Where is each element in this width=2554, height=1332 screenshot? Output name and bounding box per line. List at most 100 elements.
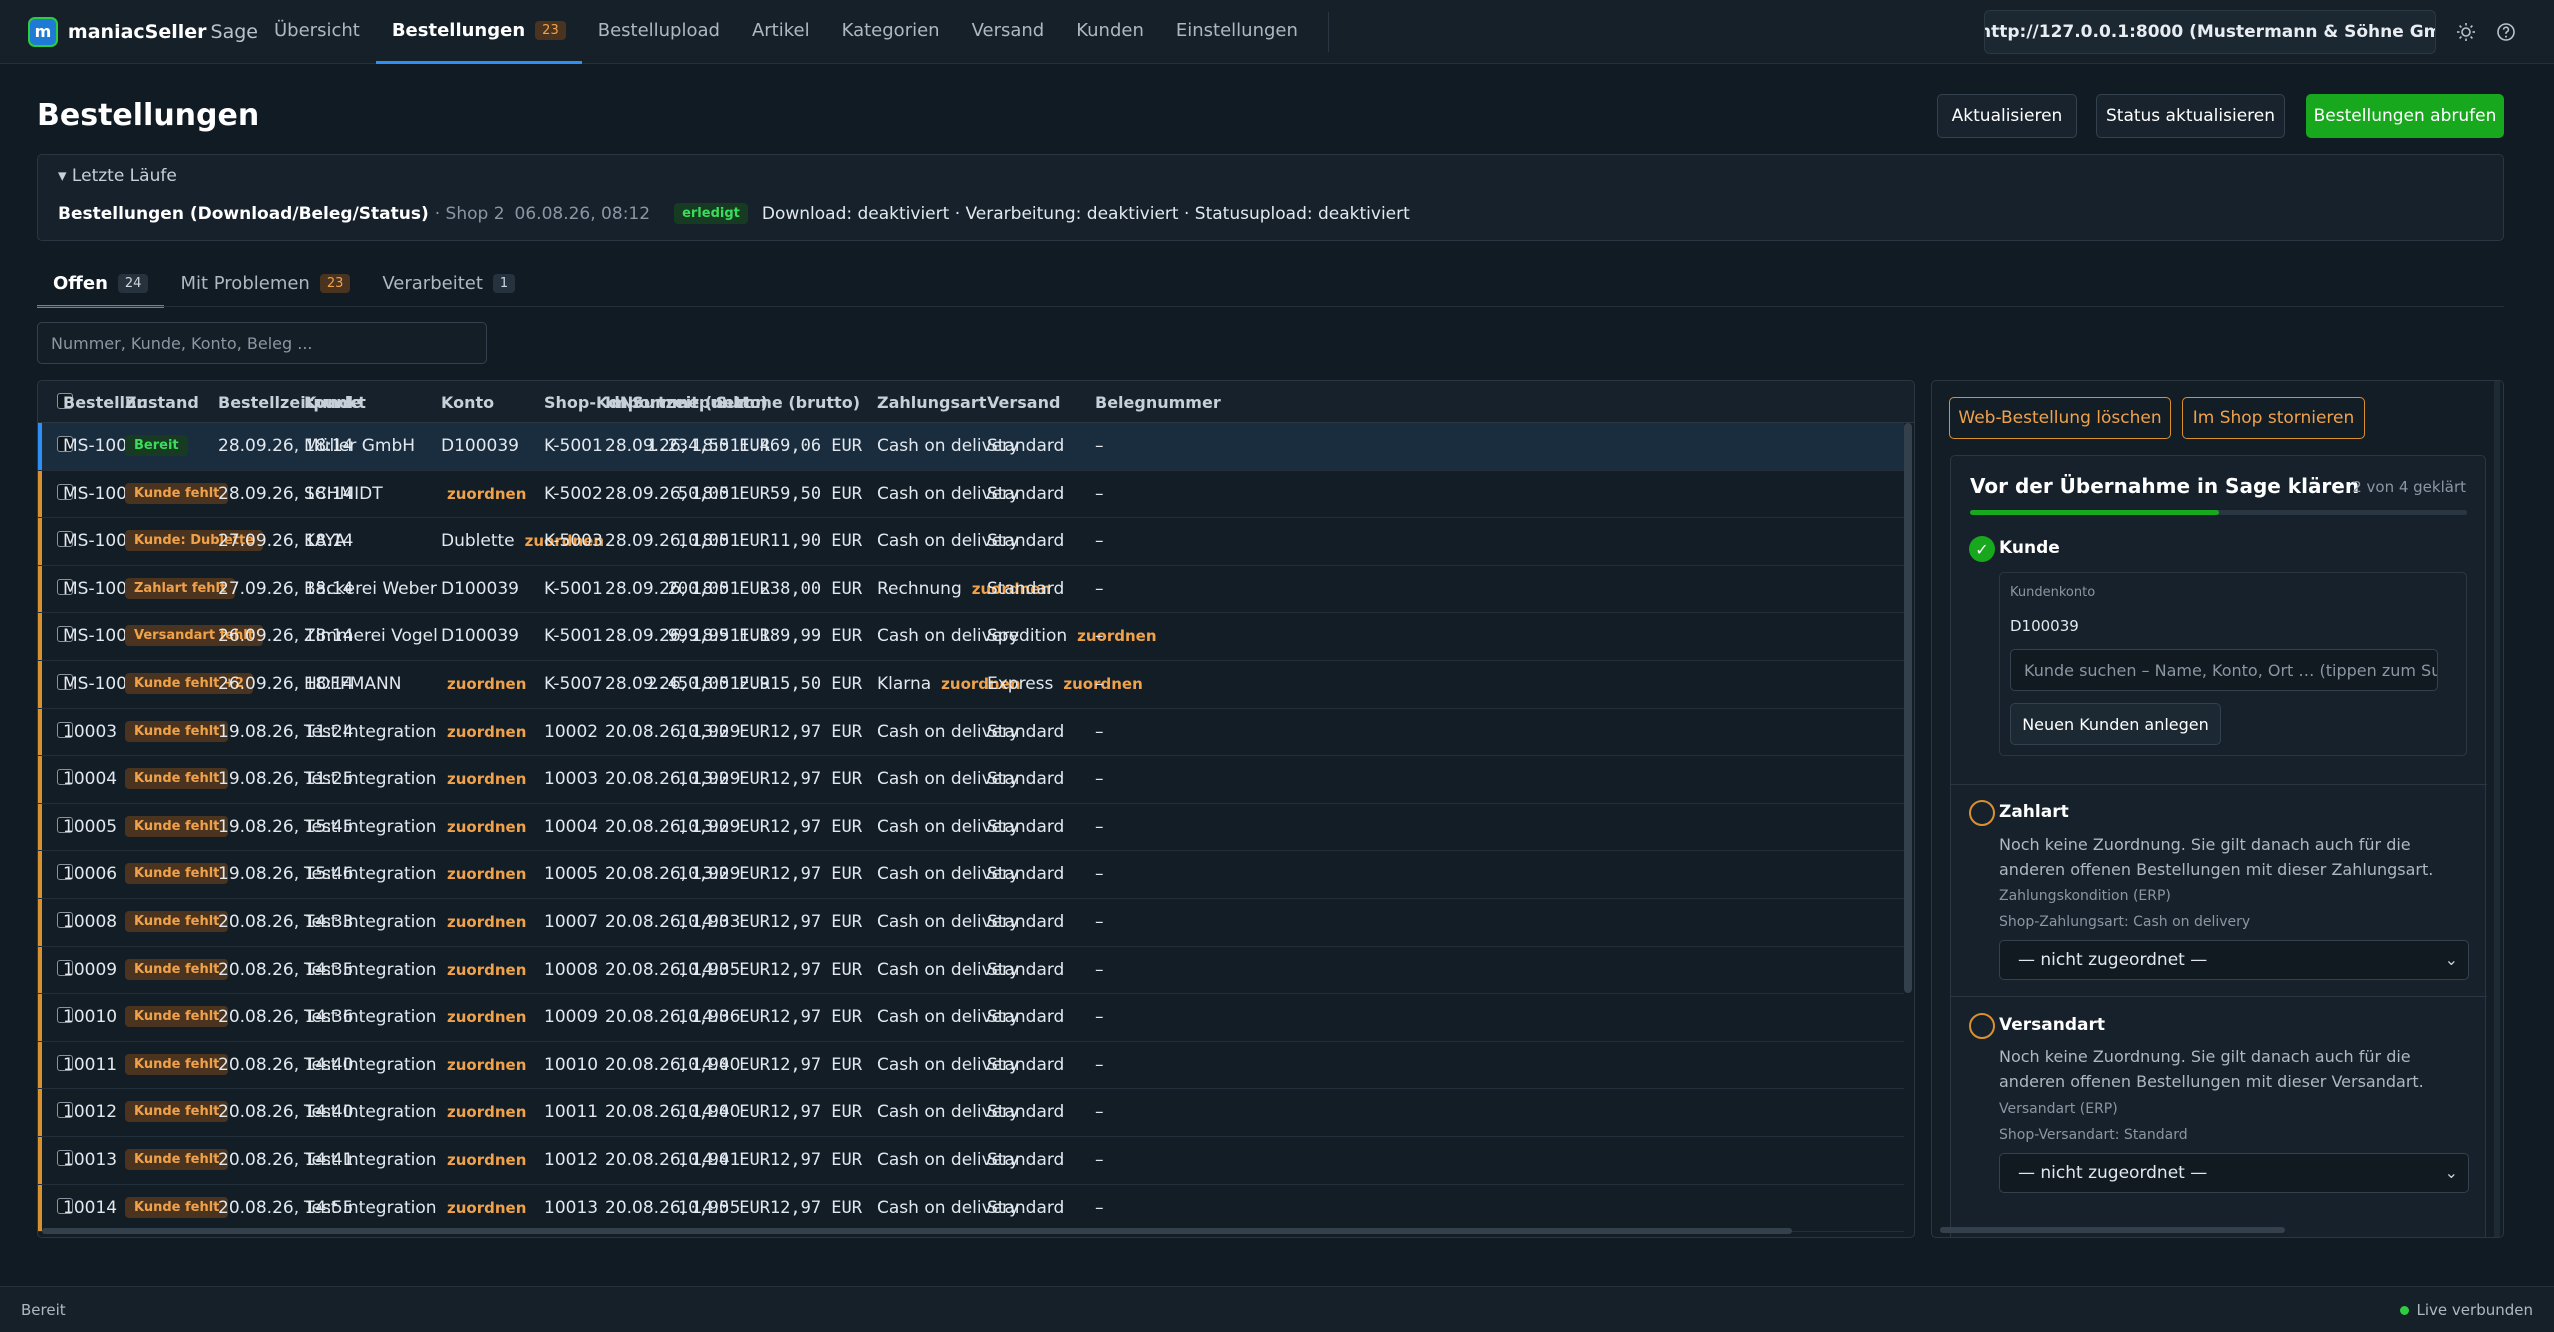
assign-account-link[interactable]: zuordnen (447, 1008, 526, 1026)
refresh-button[interactable]: Aktualisieren (1937, 94, 2077, 138)
status-update-button[interactable]: Status aktualisieren (2096, 94, 2285, 138)
table-row[interactable]: MS-10002 Kunde fehlt 28.09.26, 18:14 SCHMID… (38, 470, 1904, 519)
table-row[interactable]: MS-10005 Versandart fehlt 26.09.26, 18:14 Z… (38, 613, 1904, 661)
row-status-stripe (38, 470, 42, 518)
delete-web-order-button[interactable]: Web-Bestellung löschen (1949, 397, 2171, 439)
nav-item-4[interactable]: Kategorien (826, 0, 956, 64)
nav-item-0[interactable]: Übersicht (258, 0, 376, 64)
column-header[interactable]: Belegnummer (1095, 393, 1221, 412)
table-row[interactable]: 10005 Kunde fehlt 19.08.26, 15:45 Test Inte… (38, 803, 1904, 852)
sum-gross: 12,97 EUR (769, 959, 862, 980)
table-row[interactable]: 10006 Kunde fehlt 19.08.26, 15:46 Test Inte… (38, 851, 1904, 899)
payment-shop-label: Shop-Zahlungsart: Cash on delivery (1999, 914, 2251, 930)
panel-vertical-scrollbar[interactable] (2494, 381, 2500, 1237)
assign-account-link[interactable]: zuordnen (447, 1103, 526, 1121)
table-row[interactable]: 10009 Kunde fehlt 20.08.26, 14:35 Test Inte… (38, 946, 1904, 995)
document-number: – (1095, 1197, 1104, 1218)
shipping-cell: Standard (987, 1007, 1064, 1027)
column-header[interactable]: Zustand (125, 393, 199, 412)
table-horizontal-scrollbar[interactable] (42, 1228, 1792, 1234)
shipping-cell: Standard (987, 1198, 1064, 1218)
connection-field[interactable]: http://127.0.0.1:8000 (Mustermann & Söhn… (1984, 10, 2436, 54)
tab-count: 23 (319, 274, 351, 293)
account-cell: zuordnen (441, 912, 526, 932)
assign-account-link[interactable]: zuordnen (447, 770, 526, 788)
tab-2[interactable]: Verarbeitet 1 (366, 262, 531, 308)
table-row[interactable]: MS-10001 Bereit 28.09.26, 18:14 Müller GmbH… (38, 423, 1904, 471)
assign-account-link[interactable]: zuordnen (447, 1199, 526, 1217)
column-header[interactable]: Versand (987, 393, 1060, 412)
sun-icon[interactable] (2452, 18, 2480, 46)
table-row[interactable]: 10013 Kunde fehlt 20.08.26, 14:41 Test Inte… (38, 1137, 1904, 1185)
assign-account-link[interactable]: zuordnen (447, 961, 526, 979)
shipping-select[interactable]: — nicht zugeordnet — ⌄ (1999, 1153, 2469, 1193)
nav-item-6[interactable]: Kunden (1060, 0, 1160, 64)
table-row[interactable]: 10011 Kunde fehlt 20.08.26, 14:40 Test Inte… (38, 1041, 1904, 1090)
document-number: – (1095, 1007, 1104, 1028)
nav-item-7[interactable]: Einstellungen (1160, 0, 1314, 64)
assign-account-link[interactable]: zuordnen (447, 723, 526, 741)
tabs-divider (37, 306, 2504, 307)
column-header[interactable]: Konto (441, 393, 494, 412)
nav-item-1[interactable]: Bestellungen 23 (375, 0, 582, 64)
shipping-value: Spedition (987, 626, 1068, 647)
nav-item-5[interactable]: Versand (956, 0, 1061, 64)
payment-select[interactable]: — nicht zugeordnet — ⌄ (1999, 940, 2469, 980)
column-header[interactable]: Zahlungsart (877, 393, 986, 412)
shipping-cell: Express zuordnen (987, 674, 1143, 694)
payment-step-title: Zahlart (1999, 802, 2069, 822)
shipping-cell: Standard (987, 1102, 1064, 1122)
table-row[interactable]: MS-10003 Kunde: Dublette 27.09.26, 18:14 KA… (38, 518, 1904, 566)
state-badge: Kunde fehlt (125, 1006, 229, 1028)
section-divider (1951, 996, 2487, 997)
recent-runs-toggle[interactable]: ▾ Letzte Läufe (58, 166, 177, 186)
table-vertical-scrollbar[interactable] (1904, 423, 1912, 993)
table-row[interactable]: 10003 Kunde fehlt 19.08.26, 11:24 Test Inte… (38, 708, 1904, 757)
column-header[interactable]: Kunde (304, 393, 361, 412)
shop-customer-number: 10002 (544, 721, 599, 742)
assign-account-link[interactable]: zuordnen (447, 675, 526, 693)
state-badge: Bereit (125, 435, 188, 456)
table-row[interactable]: MS-10004 Zahlart fehlt 27.09.26, 18:14 Bäck… (38, 565, 1904, 614)
table-row[interactable]: 10004 Kunde fehlt 19.08.26, 11:25 Test Inte… (38, 756, 1904, 804)
cancel-in-shop-button[interactable]: Im Shop stornieren (2182, 397, 2365, 439)
assign-account-link[interactable]: zuordnen (447, 818, 526, 836)
row-status-stripe (38, 1137, 42, 1184)
assign-account-link[interactable]: zuordnen (447, 865, 526, 883)
panel-horizontal-scrollbar[interactable] (1940, 1227, 2285, 1233)
assign-account-link[interactable]: zuordnen (447, 1151, 526, 1169)
table-row[interactable]: 10014 Kunde fehlt 20.08.26, 14:55 Test Inte… (38, 1184, 1904, 1233)
table-row[interactable]: 10010 Kunde fehlt 20.08.26, 14:36 Test Inte… (38, 994, 1904, 1042)
assign-account-link[interactable]: zuordnen (447, 1056, 526, 1074)
app-logo[interactable]: m maniacSeller Sage (28, 16, 258, 47)
sum-net: 200,00 EUR (667, 578, 770, 599)
nav-item-2[interactable]: Bestellupload (582, 0, 736, 64)
assign-account-link[interactable]: zuordnen (447, 485, 526, 503)
tab-1[interactable]: Mit Problemen 23 (164, 262, 366, 308)
new-customer-button[interactable]: Neuen Kunden anlegen (2010, 703, 2221, 745)
sum-gross: 12,97 EUR (769, 1197, 862, 1218)
table-row[interactable]: 10008 Kunde fehlt 20.08.26, 14:33 Test Inte… (38, 899, 1904, 947)
payment-value: Klarna (877, 674, 932, 694)
column-header[interactable]: Summe (brutto) (716, 393, 860, 412)
fetch-orders-button[interactable]: Bestellungen abrufen (2306, 94, 2504, 138)
sum-net: 10,90 EUR (677, 721, 770, 742)
nav-item-3[interactable]: Artikel (736, 0, 826, 64)
customer-name: Test Integration (304, 959, 437, 980)
table-row[interactable]: 10012 Kunde fehlt 20.08.26, 14:40 Test Inte… (38, 1089, 1904, 1137)
sum-net: 10,90 EUR (677, 769, 770, 790)
shipping-value: Standard (987, 436, 1065, 456)
order-search-input[interactable]: Nummer, Kunde, Konto, Beleg ... (37, 322, 487, 364)
sum-net: 10,90 EUR (677, 1054, 770, 1075)
customer-search-input[interactable]: Kunde suchen – Name, Konto, Ort … (tippe… (2010, 649, 2438, 691)
check-circle-icon: ✓ (1969, 536, 1995, 562)
customer-name: Müller GmbH (304, 436, 416, 456)
nav-item-label: Kategorien (841, 19, 940, 41)
tab-0[interactable]: Offen 24 (37, 262, 165, 308)
table-row[interactable]: MS-10006 Kunde fehlt +2 26.09.26, 18:14 HOF… (38, 661, 1904, 709)
account-cell: D100039 (441, 626, 519, 646)
assign-shipping-link[interactable]: zuordnen (1077, 627, 1156, 645)
shipping-value: Standard (987, 1102, 1065, 1123)
assign-account-link[interactable]: zuordnen (447, 913, 526, 931)
help-circle-icon[interactable] (2492, 18, 2520, 46)
